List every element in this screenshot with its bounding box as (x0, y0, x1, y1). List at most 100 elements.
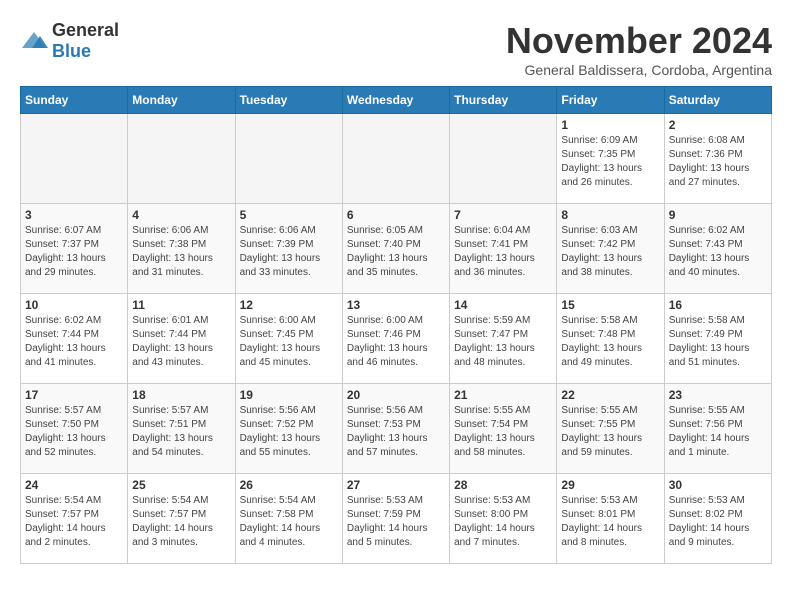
day-detail: Sunrise: 5:54 AM Sunset: 7:57 PM Dayligh… (132, 494, 230, 550)
day-number: 4 (132, 208, 230, 222)
calendar-cell: 24Sunrise: 5:54 AM Sunset: 7:57 PM Dayli… (21, 474, 128, 564)
calendar-cell: 12 Sunrise: 6:00 AM Sunset: 7:45 PM Dayli… (235, 294, 342, 384)
day-detail: Sunrise: 5:55 AM Sunset: 7:55 PM Dayligh… (561, 404, 659, 460)
day-detail: Sunrise: 5:55 AM Sunset: 7:54 PM Dayligh… (454, 404, 552, 460)
calendar-week-2: 3Sunrise: 6:07 AM Sunset: 7:37 PM Daylig… (21, 204, 772, 294)
calendar-cell: 17 Sunrise: 5:57 AM Sunset: 7:50 PM Dayli… (21, 384, 128, 474)
calendar-cell: 11 Sunrise: 6:01 AM Sunset: 7:44 PM Dayli… (128, 294, 235, 384)
header-row: SundayMondayTuesdayWednesdayThursdayFrid… (21, 87, 772, 114)
header-day-sunday: Sunday (21, 87, 128, 114)
day-detail: Sunrise: 5:58 AM Sunset: 7:48 PM Dayligh… (561, 314, 659, 370)
calendar-cell: 16 Sunrise: 5:58 AM Sunset: 7:49 PM Dayli… (664, 294, 771, 384)
day-number: 6 (347, 208, 445, 222)
calendar-cell: 19Sunrise: 5:56 AM Sunset: 7:52 PM Dayli… (235, 384, 342, 474)
calendar-cell: 14 Sunrise: 5:59 AM Sunset: 7:47 PM Dayli… (450, 294, 557, 384)
subtitle: General Baldissera, Cordoba, Argentina (506, 62, 772, 78)
calendar-week-4: 17 Sunrise: 5:57 AM Sunset: 7:50 PM Dayli… (21, 384, 772, 474)
calendar-cell: 13 Sunrise: 6:00 AM Sunset: 7:46 PM Dayli… (342, 294, 449, 384)
calendar-week-5: 24 Sunrise: 5:54 AM Sunset: 7:57 PM Dayli… (21, 474, 772, 564)
day-detail: Sunrise: 5:53 AM Sunset: 7:59 PM Dayligh… (347, 494, 445, 550)
day-detail: Sunrise: 5:53 AM Sunset: 8:00 PM Dayligh… (454, 494, 552, 550)
day-detail: Sunrise: 6:00 AM Sunset: 7:46 PM Dayligh… (347, 314, 445, 370)
day-number: 24 (25, 478, 123, 492)
calendar-table: SundayMondayTuesdayWednesdayThursdayFrid… (20, 86, 772, 564)
calendar-cell: 15 Sunrise: 5:58 AM Sunset: 7:48 PM Dayli… (557, 294, 664, 384)
day-number: 9 (669, 208, 767, 222)
day-detail: Sunrise: 6:03 AM Sunset: 7:42 PM Dayligh… (561, 224, 659, 280)
calendar-cell: 23 Sunrise: 5:55 AM Sunset: 7:56 PM Dayli… (664, 384, 771, 474)
day-number: 20 (347, 388, 445, 402)
calendar-cell: 26Sunrise: 5:54 AM Sunset: 7:58 PM Dayli… (235, 474, 342, 564)
calendar-cell: 8 Sunrise: 6:03 AM Sunset: 7:42 PM Daylig… (557, 204, 664, 294)
day-number: 12 (240, 298, 338, 312)
header-day-saturday: Saturday (664, 87, 771, 114)
calendar-cell: 21 Sunrise: 5:55 AM Sunset: 7:54 PM Dayli… (450, 384, 557, 474)
day-detail: Sunrise: 5:55 AM Sunset: 7:56 PM Dayligh… (669, 404, 767, 460)
day-number: 13 (347, 298, 445, 312)
header-day-friday: Friday (557, 87, 664, 114)
day-number: 3 (25, 208, 123, 222)
day-number: 25 (132, 478, 230, 492)
calendar-cell (450, 114, 557, 204)
day-number: 1 (561, 118, 659, 132)
calendar-cell (128, 114, 235, 204)
day-detail: Sunrise: 5:53 AM Sunset: 8:02 PM Dayligh… (669, 494, 767, 550)
day-detail: Sunrise: 6:09 AM Sunset: 7:35 PM Dayligh… (561, 134, 659, 190)
day-number: 22 (561, 388, 659, 402)
day-number: 28 (454, 478, 552, 492)
logo-icon (20, 30, 48, 52)
day-number: 2 (669, 118, 767, 132)
calendar-body: 1 Sunrise: 6:09 AM Sunset: 7:35 PM Daylig… (21, 114, 772, 564)
day-number: 16 (669, 298, 767, 312)
day-number: 17 (25, 388, 123, 402)
day-detail: Sunrise: 5:57 AM Sunset: 7:50 PM Dayligh… (25, 404, 123, 460)
calendar-cell: 5 Sunrise: 6:06 AM Sunset: 7:39 PM Daylig… (235, 204, 342, 294)
calendar-cell (21, 114, 128, 204)
calendar-cell: 25 Sunrise: 5:54 AM Sunset: 7:57 PM Dayli… (128, 474, 235, 564)
day-number: 29 (561, 478, 659, 492)
calendar-cell (342, 114, 449, 204)
header-day-wednesday: Wednesday (342, 87, 449, 114)
day-number: 5 (240, 208, 338, 222)
calendar-cell: 3Sunrise: 6:07 AM Sunset: 7:37 PM Daylig… (21, 204, 128, 294)
day-number: 11 (132, 298, 230, 312)
calendar-cell: 2Sunrise: 6:08 AM Sunset: 7:36 PM Daylig… (664, 114, 771, 204)
calendar-cell: 29Sunrise: 5:53 AM Sunset: 8:01 PM Dayli… (557, 474, 664, 564)
calendar-header: SundayMondayTuesdayWednesdayThursdayFrid… (21, 87, 772, 114)
calendar-week-3: 10Sunrise: 6:02 AM Sunset: 7:44 PM Dayli… (21, 294, 772, 384)
day-number: 23 (669, 388, 767, 402)
day-detail: Sunrise: 5:56 AM Sunset: 7:53 PM Dayligh… (347, 404, 445, 460)
calendar-cell: 6Sunrise: 6:05 AM Sunset: 7:40 PM Daylig… (342, 204, 449, 294)
calendar-cell: 27 Sunrise: 5:53 AM Sunset: 7:59 PM Dayli… (342, 474, 449, 564)
day-detail: Sunrise: 6:04 AM Sunset: 7:41 PM Dayligh… (454, 224, 552, 280)
day-number: 19 (240, 388, 338, 402)
calendar-cell: 22 Sunrise: 5:55 AM Sunset: 7:55 PM Dayli… (557, 384, 664, 474)
month-title: November 2024 (506, 20, 772, 62)
day-detail: Sunrise: 6:00 AM Sunset: 7:45 PM Dayligh… (240, 314, 338, 370)
day-number: 15 (561, 298, 659, 312)
day-detail: Sunrise: 5:59 AM Sunset: 7:47 PM Dayligh… (454, 314, 552, 370)
calendar-week-1: 1 Sunrise: 6:09 AM Sunset: 7:35 PM Daylig… (21, 114, 772, 204)
day-detail: Sunrise: 6:02 AM Sunset: 7:43 PM Dayligh… (669, 224, 767, 280)
header-day-monday: Monday (128, 87, 235, 114)
header: General Blue November 2024 General Baldi… (20, 20, 772, 78)
day-number: 18 (132, 388, 230, 402)
calendar-cell: 30 Sunrise: 5:53 AM Sunset: 8:02 PM Dayli… (664, 474, 771, 564)
calendar-cell: 1 Sunrise: 6:09 AM Sunset: 7:35 PM Daylig… (557, 114, 664, 204)
day-detail: Sunrise: 5:57 AM Sunset: 7:51 PM Dayligh… (132, 404, 230, 460)
calendar-cell: 4Sunrise: 6:06 AM Sunset: 7:38 PM Daylig… (128, 204, 235, 294)
day-number: 8 (561, 208, 659, 222)
day-number: 14 (454, 298, 552, 312)
day-number: 7 (454, 208, 552, 222)
calendar-cell: 28 Sunrise: 5:53 AM Sunset: 8:00 PM Dayli… (450, 474, 557, 564)
calendar-cell: 18 Sunrise: 5:57 AM Sunset: 7:51 PM Dayli… (128, 384, 235, 474)
day-number: 27 (347, 478, 445, 492)
day-detail: Sunrise: 5:58 AM Sunset: 7:49 PM Dayligh… (669, 314, 767, 370)
day-detail: Sunrise: 6:01 AM Sunset: 7:44 PM Dayligh… (132, 314, 230, 370)
day-detail: Sunrise: 6:06 AM Sunset: 7:39 PM Dayligh… (240, 224, 338, 280)
calendar-cell: 9 Sunrise: 6:02 AM Sunset: 7:43 PM Daylig… (664, 204, 771, 294)
day-number: 21 (454, 388, 552, 402)
calendar-cell: 20 Sunrise: 5:56 AM Sunset: 7:53 PM Dayli… (342, 384, 449, 474)
day-number: 10 (25, 298, 123, 312)
day-number: 30 (669, 478, 767, 492)
